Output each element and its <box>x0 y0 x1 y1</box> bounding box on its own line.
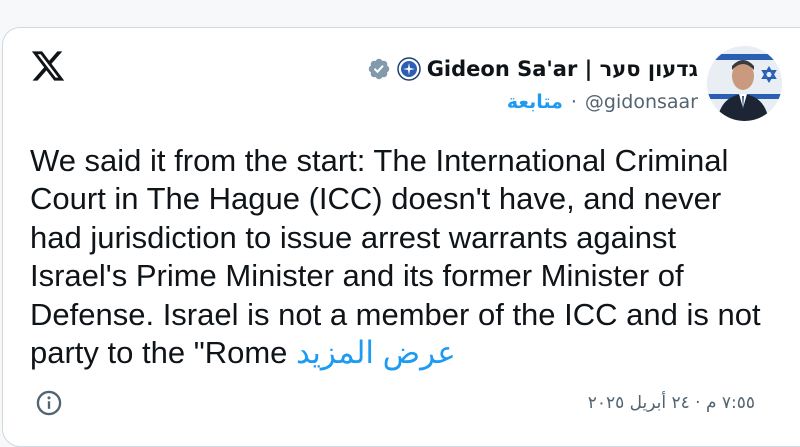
author-display-name[interactable]: Gideon Sa'ar | גדעון סער <box>427 57 698 81</box>
author-name-row[interactable]: Gideon Sa'ar | גדעון סער <box>367 54 698 84</box>
tweet-text: We said it from the start: The Internati… <box>30 142 780 372</box>
author-handle[interactable]: @gidonsaar <box>585 91 698 113</box>
verified-badge-icon <box>368 58 389 80</box>
follow-button[interactable]: متابعة <box>507 91 563 113</box>
avatar-image <box>707 46 782 121</box>
avatar[interactable] <box>707 46 782 121</box>
show-more-link[interactable]: عرض المزيد <box>296 335 456 370</box>
info-icon[interactable] <box>35 389 63 417</box>
separator-dot: · <box>570 91 577 113</box>
author-handle-row: متابعة · @gidonsaar <box>507 88 698 116</box>
x-logo-icon[interactable] <box>30 48 66 84</box>
tweet-timestamp[interactable]: ٧:٥٥ م · ٢٤ أبريل ٢٠٢٥ <box>588 390 755 416</box>
government-seal-icon <box>396 57 421 81</box>
